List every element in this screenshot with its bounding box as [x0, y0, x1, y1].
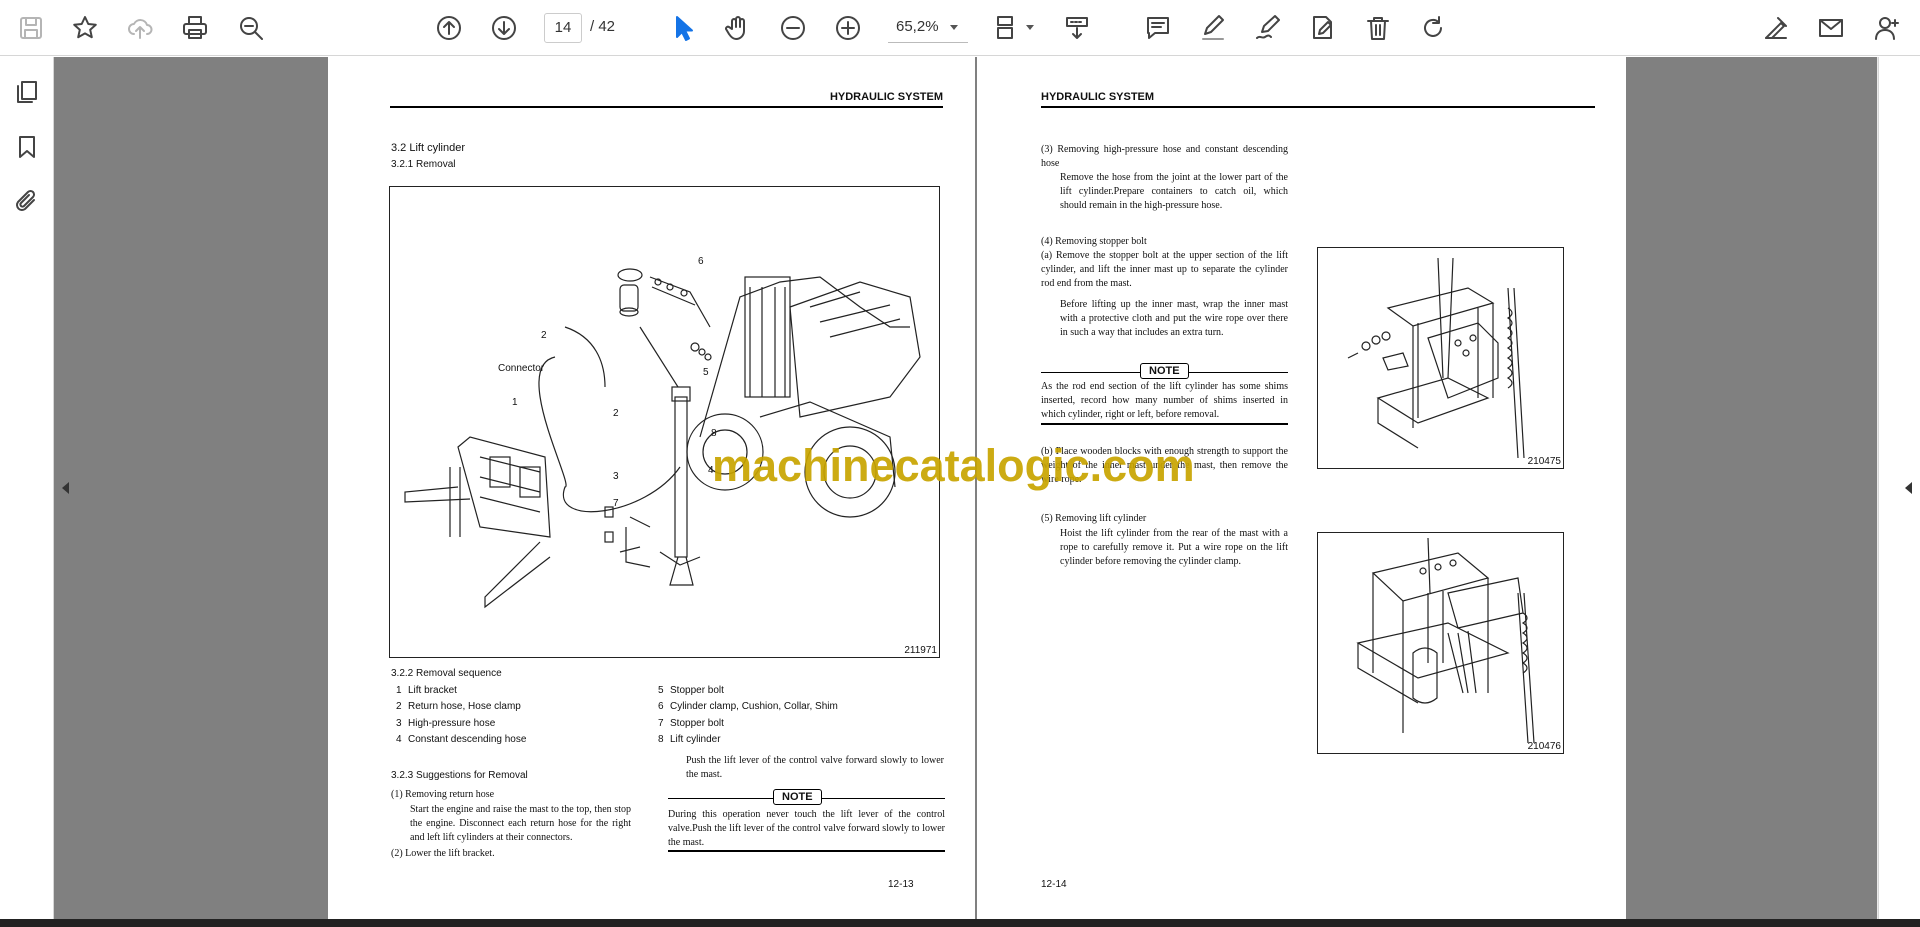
exploded-diagram-figure: 6 2 Connector 5 1 2 8 3 4 7 211971 [389, 186, 940, 658]
callout-2b: 2 [613, 408, 619, 419]
sequence-num: 4 [396, 734, 402, 745]
sequence-num: 2 [396, 701, 402, 712]
bookmarks-icon[interactable] [10, 130, 44, 164]
expand-right-panel-icon[interactable] [1905, 482, 1912, 494]
callout-connector: Connector [498, 363, 545, 374]
figure-id: 211971 [904, 645, 937, 656]
left-navigation-rail [0, 57, 54, 919]
page-total: / 42 [590, 18, 616, 35]
note-text: During this operation never touch the li… [668, 809, 945, 848]
sequence-num: 8 [658, 734, 664, 745]
bookmark-star-icon[interactable] [66, 9, 104, 47]
sequence-num: 7 [658, 718, 664, 729]
page-number-input[interactable]: 14 [544, 13, 582, 43]
callout-6: 6 [698, 256, 704, 267]
sequence-item: Return hose, Hose clamp [408, 701, 521, 712]
page-number: 12-14 [1041, 879, 1067, 890]
zoom-search-icon[interactable] [232, 9, 270, 47]
sequence-num: 1 [396, 685, 402, 696]
edit-text-icon[interactable] [1304, 9, 1342, 47]
page-number: 12-13 [888, 879, 914, 890]
mail-icon[interactable] [1812, 9, 1850, 47]
sequence-item: Constant descending hose [408, 734, 527, 745]
step-5-body: Hoist the lift cylinder from the rear of… [1060, 528, 1288, 567]
lift-cylinder-figure: 210476 [1317, 532, 1564, 754]
scroll-mode-icon[interactable] [1058, 9, 1096, 47]
sequence-item: Lift cylinder [670, 734, 721, 745]
step-2: (2) Lower the lift bracket. [391, 848, 495, 859]
toolbar: 14 / 42 65,2% [0, 0, 1920, 56]
page-thumbnails-icon[interactable] [10, 75, 44, 109]
select-cursor-icon[interactable] [664, 9, 702, 47]
suggestions-title: 3.2.3 Suggestions for Removal [391, 770, 528, 781]
sequence-num: 6 [658, 701, 664, 712]
step-4a-note: Before lifting up the inner mast, wrap t… [1060, 299, 1288, 338]
step-1-heading: (1) Removing return hose [391, 789, 495, 800]
highlight-icon[interactable] [1194, 9, 1232, 47]
callout-1: 1 [512, 397, 518, 408]
zoom-in-icon[interactable] [829, 9, 867, 47]
mast-stopper-drawing [1347, 257, 1525, 459]
print-icon[interactable] [176, 9, 214, 47]
sequence-item: Lift bracket [408, 685, 457, 696]
sequence-item: Stopper bolt [670, 718, 724, 729]
collapse-left-panel-icon[interactable] [62, 482, 69, 494]
page-header: HYDRAULIC SYSTEM [829, 91, 943, 103]
callout-7: 7 [613, 498, 619, 509]
sequence-item: Cylinder clamp, Cushion, Collar, Shim [670, 701, 838, 712]
draw-sign-icon[interactable] [1249, 9, 1287, 47]
delete-icon[interactable] [1359, 9, 1397, 47]
stopper-bolt-figure: 210475 [1317, 247, 1564, 469]
step-1-body: Start the engine and raise the mast to t… [410, 804, 631, 843]
note-rule-bottom [668, 850, 945, 852]
save-icon[interactable] [12, 9, 50, 47]
hand-tool-icon[interactable] [719, 9, 757, 47]
zoom-out-icon[interactable] [774, 9, 812, 47]
page-layout-icon[interactable] [988, 9, 1026, 47]
callout-5: 5 [703, 367, 709, 378]
cloud-upload-icon[interactable] [121, 9, 159, 47]
bottom-bar [0, 919, 1920, 927]
note-text: As the rod end section of the lift cylin… [1041, 381, 1288, 420]
note-label: NOTE [773, 789, 822, 805]
sequence-num: 3 [396, 718, 402, 729]
rotate-icon[interactable] [1414, 9, 1452, 47]
attachments-icon[interactable] [10, 185, 44, 219]
sign-share-icon[interactable] [1757, 9, 1795, 47]
sequence-item: Stopper bolt [670, 685, 724, 696]
sequence-num: 5 [658, 685, 664, 696]
sequence-item: High-pressure hose [408, 718, 496, 729]
push-lever-text: Push the lift lever of the control valve… [686, 755, 944, 780]
lift-cylinder-exploded-drawing: 6 2 Connector 5 1 2 8 3 4 7 [404, 256, 921, 609]
sequence-title: 3.2.2 Removal sequence [391, 668, 502, 679]
callout-2: 2 [541, 330, 547, 341]
zoom-dropdown-caret-icon[interactable] [950, 25, 958, 30]
header-rule [390, 106, 943, 108]
watermark: machinecatalogic.com [712, 440, 1195, 491]
next-page-icon[interactable] [485, 9, 523, 47]
callout-8: 8 [711, 428, 717, 439]
callout-3: 3 [613, 471, 619, 482]
add-user-icon[interactable] [1868, 9, 1906, 47]
step-4a: (a) Remove the stopper bolt at the upper… [1041, 250, 1288, 289]
header-rule [1041, 106, 1595, 108]
step-4-heading: (4) Removing stopper bolt [1041, 236, 1147, 247]
step-3-body: Remove the hose from the joint at the lo… [1060, 172, 1288, 211]
comment-icon[interactable] [1139, 9, 1177, 47]
page-header: HYDRAULIC SYSTEM [1041, 91, 1155, 103]
right-panel-rail [1878, 57, 1920, 919]
note-label: NOTE [1140, 363, 1189, 379]
figure-id: 210476 [1527, 741, 1561, 752]
note-rule-bottom [1041, 423, 1288, 425]
subsection-title: 3.2.1 Removal [391, 159, 456, 170]
page-layout-caret-icon[interactable] [1026, 25, 1034, 30]
section-title: 3.2 Lift cylinder [391, 142, 465, 154]
step-5-heading: (5) Removing lift cylinder [1041, 513, 1147, 524]
figure-id: 210475 [1527, 456, 1561, 467]
step-3-heading: (3) Removing high-pressure hose and cons… [1041, 144, 1288, 169]
prev-page-icon[interactable] [430, 9, 468, 47]
mast-cylinder-drawing [1356, 537, 1535, 744]
